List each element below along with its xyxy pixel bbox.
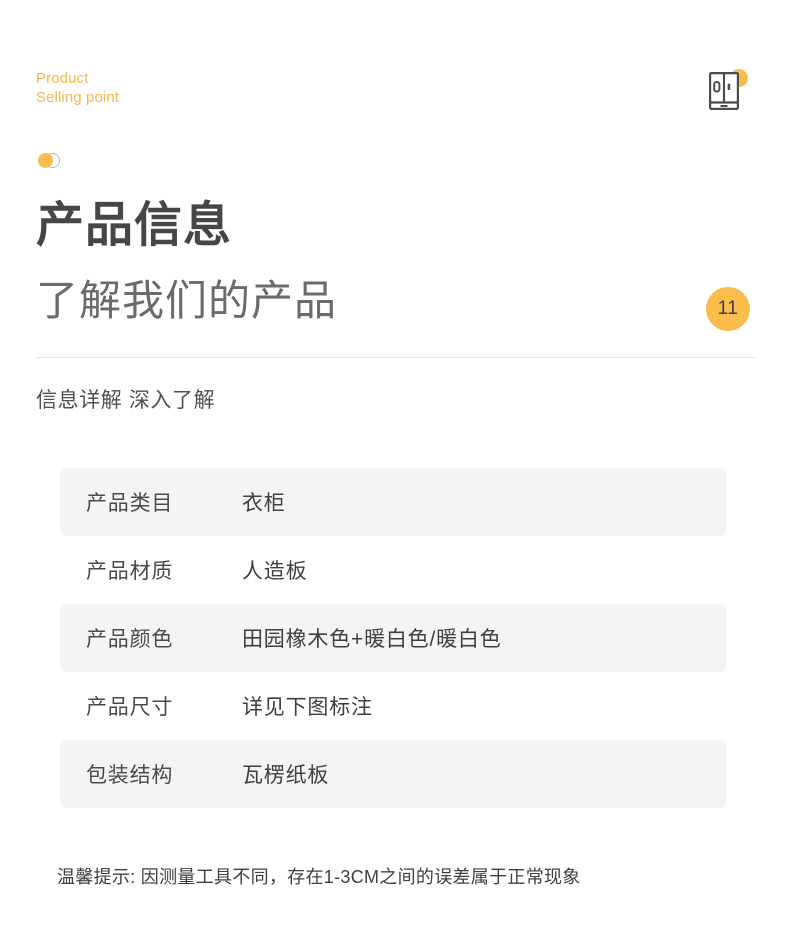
- header-divider: [36, 357, 755, 358]
- table-row: 产品尺寸 详见下图标注: [60, 672, 726, 740]
- page-subtitle: 了解我们的产品: [36, 277, 338, 324]
- spec-value: 瓦楞纸板: [242, 764, 330, 787]
- spec-label: 产品材质: [86, 560, 174, 583]
- wardrobe-icon: [702, 66, 750, 114]
- spec-value: 田园橡木色+暖白色/暖白色: [242, 628, 502, 651]
- spec-label: 产品尺寸: [86, 696, 174, 719]
- spec-value: 详见下图标注: [242, 696, 373, 719]
- measurement-note: 温馨提示: 因测量工具不同，存在1-3CM之间的误差属于正常现象: [57, 867, 581, 887]
- wardrobe-glyph-icon: [709, 72, 739, 110]
- spec-table: 产品类目 衣柜 产品材质 人造板 产品颜色 田园橡木色+暖白色/暖白色 产品尺寸…: [60, 468, 726, 808]
- spec-label: 产品类目: [86, 492, 174, 515]
- dot-solid-icon: [38, 153, 53, 168]
- product-info-page: Product Selling point 产品信息 了解我们的产品 11 信息…: [0, 0, 790, 949]
- table-row: 产品类目 衣柜: [60, 468, 726, 536]
- spec-label: 产品颜色: [86, 628, 174, 651]
- section-number-badge: 11: [706, 287, 750, 331]
- spec-value: 人造板: [242, 560, 308, 583]
- page-title: 产品信息: [36, 199, 233, 252]
- dot-pair-icon: [36, 152, 66, 172]
- table-row: 包装结构 瓦楞纸板: [60, 740, 726, 808]
- section-caption: 信息详解 深入了解: [36, 389, 216, 412]
- spec-value: 衣柜: [242, 492, 286, 515]
- table-row: 产品材质 人造板: [60, 536, 726, 604]
- eyebrow-label: Product Selling point: [36, 70, 120, 106]
- table-row: 产品颜色 田园橡木色+暖白色/暖白色: [60, 604, 726, 672]
- spec-label: 包装结构: [86, 764, 174, 787]
